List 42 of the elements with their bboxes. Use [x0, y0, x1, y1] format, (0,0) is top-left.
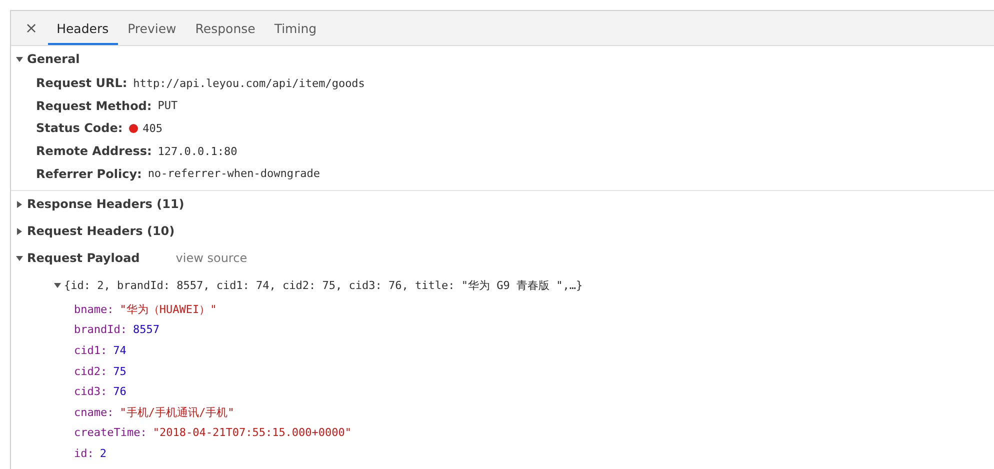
field-label: Referrer Policy:: [36, 166, 142, 181]
property-key: id:: [74, 446, 94, 460]
close-button[interactable]: ×: [19, 11, 44, 45]
triangle-right-icon[interactable]: [16, 228, 23, 235]
field-label: Request URL:: [36, 76, 128, 90]
property-value: "手机/手机通讯/手机": [120, 404, 234, 420]
property-value: 74: [113, 344, 126, 357]
property-key: cid3:: [74, 385, 108, 398]
property-value: 2: [100, 446, 106, 460]
section-title[interactable]: Request Payload: [27, 251, 140, 266]
triangle-down-icon[interactable]: [16, 254, 23, 262]
property-key: bname:: [74, 302, 114, 316]
field-label: Request Method:: [36, 98, 152, 113]
property-value: "华为（HUAWEI）": [120, 302, 217, 317]
section-title[interactable]: General: [27, 52, 80, 66]
tab[interactable]: Response: [186, 11, 264, 45]
field-value: 405: [142, 122, 163, 135]
property-value: "2018-04-21T07:55:15.000+0000": [152, 426, 352, 440]
triangle-down-icon[interactable]: [16, 56, 23, 62]
property-key: createTime:: [74, 426, 147, 440]
property-key: cid1:: [74, 344, 108, 357]
section-title[interactable]: Request Headers (10): [27, 224, 175, 238]
triangle-down-icon[interactable]: [54, 282, 61, 289]
triangle-right-icon[interactable]: [16, 200, 23, 208]
section-title[interactable]: Response Headers (11): [27, 197, 184, 212]
tab[interactable]: Headers: [48, 11, 118, 45]
property-value: 76: [113, 385, 126, 398]
field-value: http://api.leyou.com/api/item/goods: [133, 76, 365, 90]
field-value: 127.0.0.1:80: [158, 144, 238, 158]
property-key: cid2:: [74, 364, 108, 378]
tab[interactable]: Preview: [118, 11, 186, 45]
field-label: Remote Address:: [36, 144, 152, 158]
field-value: no-referrer-when-downgrade: [148, 167, 320, 180]
property-value: 8557: [132, 323, 160, 336]
property-value: 75: [113, 364, 126, 378]
property-key: brandId:: [74, 323, 127, 336]
property-key: cname:: [74, 406, 114, 419]
view-source-link[interactable]: view source: [176, 251, 248, 266]
object-summary: {id: 2, brandId: 8557, cid1: 74, cid2: 75, cid3: 76, title: "华为 G9 青春版 ",…}: [64, 278, 583, 293]
field-value: PUT: [158, 99, 178, 112]
field-label: Status Code:: [36, 121, 123, 136]
tab[interactable]: Timing: [265, 11, 326, 45]
